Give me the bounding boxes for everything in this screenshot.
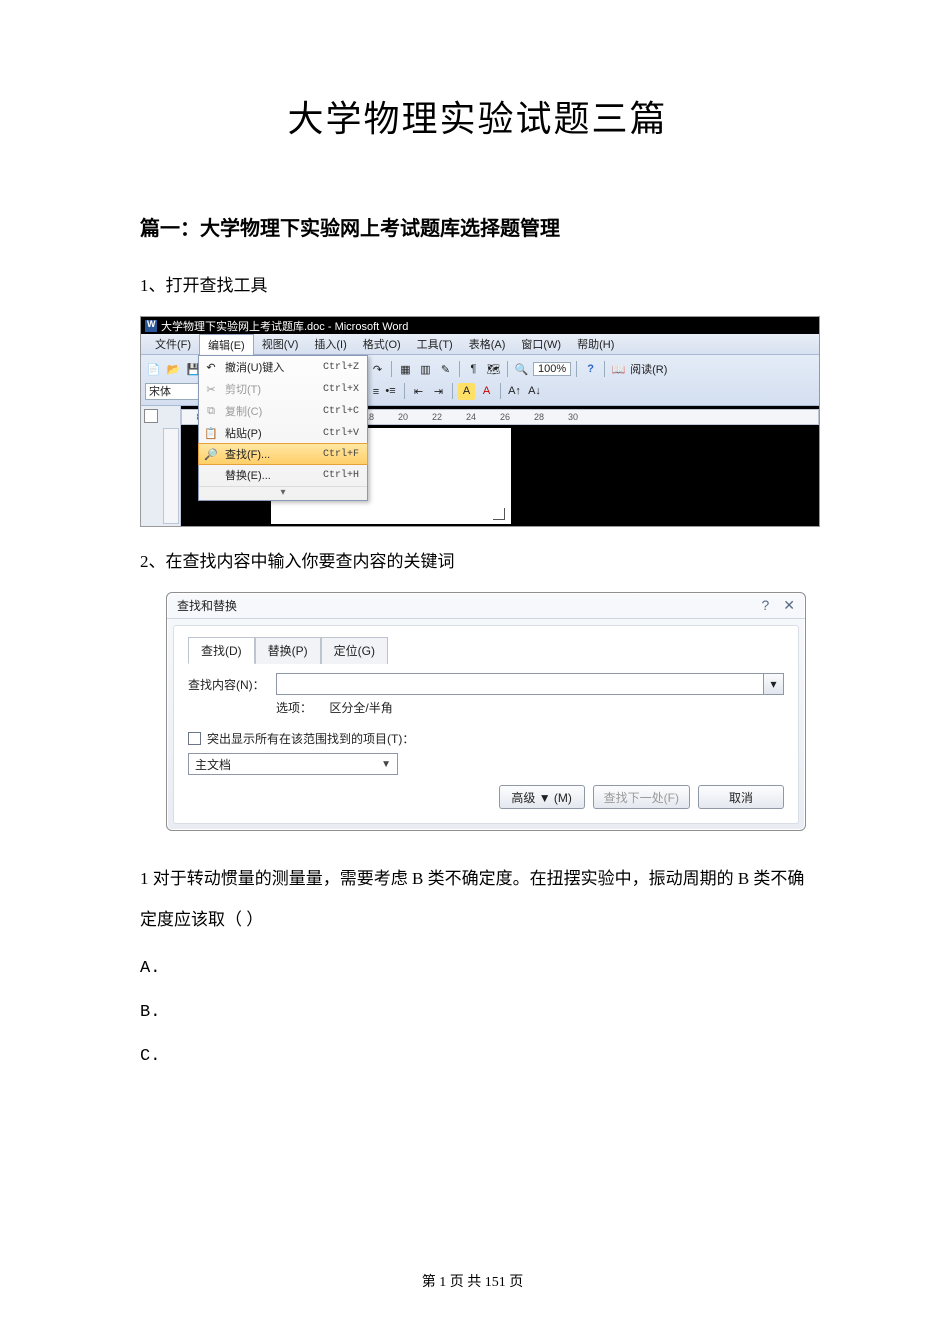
edit-menu-dropdown: ↶ 撤消(U)键入 Ctrl+Z ✂ 剪切(T) Ctrl+X ⧉ 复制(C) …	[198, 355, 368, 501]
menu-cut[interactable]: ✂ 剪切(T) Ctrl+X	[199, 378, 367, 400]
menu-file[interactable]: 文件(F)	[147, 334, 199, 354]
option-a: A.	[140, 947, 815, 991]
read-mode-icon[interactable]: 📖	[610, 361, 627, 378]
bullets-icon[interactable]: •≡	[382, 383, 399, 400]
replace-menu-icon	[203, 467, 219, 483]
highlight-checkbox-label: 突出显示所有在该范围找到的项目(T)：	[207, 730, 414, 747]
menu-table[interactable]: 表格(A)	[461, 334, 514, 354]
option-value: 区分全/半角	[329, 701, 392, 715]
find-next-button[interactable]: 查找下一处(F)	[593, 785, 690, 809]
dialog-close-icon[interactable]: ✕	[783, 597, 795, 614]
word-title-text: 大学物理下实验网上考试题库.doc - Microsoft Word	[161, 318, 408, 334]
document-title: 大学物理实验试题三篇	[140, 90, 815, 142]
page-footer: 第 1 页 共 151 页	[0, 1271, 945, 1291]
menu-edit[interactable]: 编辑(E)	[199, 334, 254, 355]
undo-menu-icon: ↶	[203, 359, 219, 375]
find-replace-dialog: 查找和替换 ? ✕ 查找(D) 替换(P) 定位(G) 查找内容(N)： ▾ 选…	[166, 592, 806, 831]
columns-icon[interactable]: ▥	[417, 361, 434, 378]
zoom-level[interactable]: 100%	[533, 362, 571, 376]
cut-menu-icon: ✂	[203, 381, 219, 397]
page-corner-icon	[493, 508, 505, 520]
grow-font-icon[interactable]: A↑	[506, 383, 523, 400]
drawing-icon[interactable]: ✎	[437, 361, 454, 378]
dialog-help-icon[interactable]: ?	[761, 597, 769, 614]
option-b: B.	[140, 991, 815, 1035]
tab-goto[interactable]: 定位(G)	[321, 637, 388, 664]
cancel-button[interactable]: 取消	[698, 785, 784, 809]
vertical-ruler	[163, 428, 179, 524]
tab-replace[interactable]: 替换(P)	[255, 637, 321, 664]
menu-window[interactable]: 窗口(W)	[513, 334, 569, 354]
word-titlebar: 大学物理下实验网上考试题库.doc - Microsoft Word	[141, 317, 819, 334]
scope-select[interactable]: 主文档 ▼	[188, 753, 398, 775]
label-option: 选项：	[276, 701, 312, 715]
shrink-font-icon[interactable]: A↓	[526, 383, 543, 400]
dialog-title: 查找和替换	[177, 597, 237, 614]
menu-view[interactable]: 视图(V)	[254, 334, 307, 354]
menu-expand[interactable]: ▾	[199, 486, 367, 500]
menu-help[interactable]: 帮助(H)	[569, 334, 622, 354]
indent-dec-icon[interactable]: ⇤	[410, 383, 427, 400]
step-1: 1、打开查找工具	[140, 271, 815, 296]
step-2: 2、在查找内容中输入你要查内容的关键词	[140, 547, 815, 572]
combo-arrow-icon[interactable]: ▾	[763, 674, 783, 694]
word-screenshot: 大学物理下实验网上考试题库.doc - Microsoft Word 文件(F)…	[140, 316, 820, 527]
open-icon[interactable]: 📂	[165, 361, 182, 378]
zoom-out-icon[interactable]: 🔍	[513, 361, 530, 378]
menu-undo[interactable]: ↶ 撤消(U)键入 Ctrl+Z	[199, 356, 367, 378]
table-icon[interactable]: ▦	[397, 361, 414, 378]
word-menubar: 文件(F) 编辑(E) 视图(V) 插入(I) 格式(O) 工具(T) 表格(A…	[141, 334, 819, 355]
tab-find[interactable]: 查找(D)	[188, 637, 255, 664]
menu-find[interactable]: 🔎 查找(F)... Ctrl+F	[198, 443, 368, 465]
option-c: C.	[140, 1035, 815, 1079]
redo-icon[interactable]: ↷	[369, 361, 386, 378]
chevron-down-icon: ▼	[381, 759, 391, 770]
paragraph-icon[interactable]: ¶	[465, 361, 482, 378]
find-menu-icon: 🔎	[203, 446, 219, 462]
menu-replace[interactable]: 替换(E)... Ctrl+H	[199, 464, 367, 486]
paste-menu-icon: 📋	[203, 425, 219, 441]
highlight-icon[interactable]: A	[458, 383, 475, 400]
menu-copy[interactable]: ⧉ 复制(C) Ctrl+C	[199, 400, 367, 422]
map-icon[interactable]: 🗺	[485, 361, 502, 378]
menu-format[interactable]: 格式(O)	[355, 334, 409, 354]
section-title: 篇一：大学物理下实验网上考试题库选择题管理	[140, 212, 815, 241]
new-icon[interactable]: 📄	[145, 361, 162, 378]
copy-menu-icon: ⧉	[203, 403, 219, 419]
tab-selector-icon[interactable]	[144, 409, 158, 423]
menu-paste[interactable]: 📋 粘贴(P) Ctrl+V	[199, 422, 367, 444]
more-button[interactable]: 高级 ▼ (M)	[499, 785, 585, 809]
highlight-checkbox[interactable]	[188, 732, 201, 745]
menu-tools[interactable]: 工具(T)	[409, 334, 461, 354]
word-icon	[145, 320, 157, 332]
label-find-content: 查找内容(N)：	[188, 676, 268, 693]
question-1: 1 对于转动惯量的测量量，需要考虑 B 类不确定度。在扭摆实验中，振动周期的 B…	[140, 859, 815, 941]
find-content-input[interactable]: ▾	[276, 673, 784, 695]
font-color-icon[interactable]: A	[478, 383, 495, 400]
indent-inc-icon[interactable]: ⇥	[430, 383, 447, 400]
menu-insert[interactable]: 插入(I)	[306, 334, 354, 354]
read-label[interactable]: 阅读(R)	[630, 361, 667, 377]
help-icon[interactable]: ?	[582, 361, 599, 378]
